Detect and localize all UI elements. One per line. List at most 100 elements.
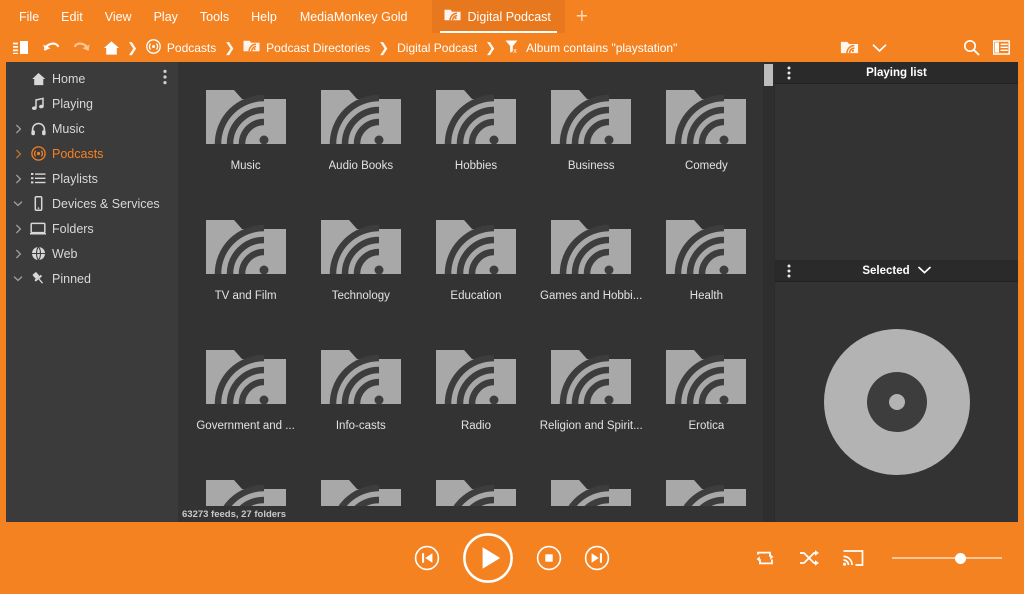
menu-item-edit[interactable]: Edit bbox=[50, 0, 94, 33]
chevron-down-icon[interactable] bbox=[864, 35, 894, 61]
panel-toggle-icon[interactable] bbox=[6, 35, 36, 61]
sidebar-item-label: Devices & Services bbox=[50, 197, 160, 211]
layout-panel-icon[interactable] bbox=[986, 35, 1016, 61]
forward-button[interactable] bbox=[66, 35, 96, 61]
search-icon[interactable] bbox=[956, 35, 986, 61]
selected-art-body[interactable] bbox=[775, 282, 1018, 522]
folder-item[interactable]: Religion and Spirit... bbox=[534, 340, 649, 470]
sidebar-item-folders[interactable]: Folders bbox=[6, 216, 178, 241]
playing-list-body[interactable] bbox=[775, 84, 1018, 260]
folder-label: Hobbies bbox=[455, 160, 497, 172]
chevron-right-icon[interactable] bbox=[10, 174, 26, 184]
folder-item[interactable]: Games and Hobbi... bbox=[534, 210, 649, 340]
folder-item[interactable]: Audio Books bbox=[303, 80, 418, 210]
menu-item-file[interactable]: File bbox=[8, 0, 50, 33]
home-icon[interactable] bbox=[96, 35, 126, 61]
selected-panel: Selected bbox=[775, 260, 1018, 522]
sidebar-item-music[interactable]: Music bbox=[6, 116, 178, 141]
sidebar-item-label: Podcasts bbox=[50, 147, 103, 161]
pin-icon bbox=[26, 271, 50, 286]
svg-text:x: x bbox=[513, 48, 517, 54]
podcast-folder-icon bbox=[547, 342, 635, 412]
sidebar-item-label: Music bbox=[50, 122, 85, 136]
folder-label: Technology bbox=[332, 290, 390, 302]
playing-list-header: Playing list bbox=[775, 62, 1018, 84]
podcast-folder-icon bbox=[202, 82, 290, 152]
globe-icon bbox=[26, 246, 50, 261]
sidebar-item-label: Playing bbox=[50, 97, 93, 111]
folder-item[interactable]: Erotica bbox=[649, 340, 764, 470]
folder-label: Radio bbox=[461, 420, 491, 432]
stop-icon[interactable] bbox=[536, 545, 562, 571]
folder-item[interactable]: Education bbox=[418, 210, 533, 340]
folder-item[interactable]: TV and Film bbox=[188, 210, 303, 340]
music-note-icon bbox=[26, 97, 50, 111]
next-track-icon[interactable] bbox=[584, 545, 610, 571]
chevron-down-icon[interactable] bbox=[10, 275, 26, 282]
sidebar-item-home[interactable]: Home bbox=[6, 66, 178, 91]
chevron-down-icon[interactable] bbox=[918, 265, 931, 277]
sidebar-item-playing[interactable]: Playing bbox=[6, 91, 178, 116]
podcast-folder-icon[interactable] bbox=[834, 35, 864, 61]
menu-bar: File Edit View Play Tools Help MediaMonk… bbox=[0, 0, 1024, 33]
folder-item[interactable]: Comedy bbox=[649, 80, 764, 210]
content-scrollbar[interactable] bbox=[763, 62, 774, 522]
chevron-right-icon[interactable] bbox=[10, 124, 26, 134]
toolbar: ❯ Podcasts ❯ bbox=[0, 33, 1024, 62]
folder-item[interactable]: Health bbox=[649, 210, 764, 340]
kebab-menu-icon[interactable] bbox=[781, 260, 797, 281]
folder-item[interactable]: Music bbox=[188, 80, 303, 210]
folder-item[interactable]: Radio bbox=[418, 340, 533, 470]
cast-icon[interactable] bbox=[842, 549, 864, 568]
folder-item[interactable]: Hobbies bbox=[418, 80, 533, 210]
player-options bbox=[754, 548, 1002, 568]
breadcrumb-podcast-directories[interactable]: Podcast Directories bbox=[236, 35, 377, 61]
kebab-menu-icon[interactable] bbox=[156, 67, 174, 87]
podcast-signal-icon bbox=[26, 146, 50, 161]
chevron-down-icon[interactable] bbox=[10, 200, 26, 207]
play-icon[interactable] bbox=[462, 532, 514, 584]
podcast-folder-icon bbox=[662, 82, 750, 152]
tab-digital-podcast[interactable]: Digital Podcast bbox=[432, 0, 565, 33]
menu-item-help[interactable]: Help bbox=[240, 0, 288, 33]
new-tab-button[interactable]: + bbox=[565, 0, 599, 33]
shuffle-icon[interactable] bbox=[798, 548, 820, 568]
podcast-folder-icon bbox=[432, 212, 520, 282]
folder-window-icon bbox=[26, 222, 50, 235]
volume-knob[interactable] bbox=[955, 553, 966, 564]
filter-remove-icon: x bbox=[504, 39, 520, 57]
scrollbar-thumb[interactable] bbox=[764, 64, 773, 86]
breadcrumb-podcasts[interactable]: Podcasts bbox=[139, 35, 223, 61]
menu-item-play[interactable]: Play bbox=[143, 0, 189, 33]
volume-slider[interactable] bbox=[892, 549, 1002, 567]
sidebar-item-podcasts[interactable]: Podcasts bbox=[6, 141, 178, 166]
menu-item-tools[interactable]: Tools bbox=[189, 0, 240, 33]
repeat-icon[interactable] bbox=[754, 548, 776, 568]
podcast-folder-icon bbox=[662, 212, 750, 282]
podcast-folder-icon bbox=[243, 39, 260, 56]
sidebar-item-devices-services[interactable]: Devices & Services bbox=[6, 191, 178, 216]
sidebar-item-web[interactable]: Web bbox=[6, 241, 178, 266]
folder-grid: Music Audio Books bbox=[178, 62, 774, 522]
folder-label: Comedy bbox=[685, 160, 728, 172]
folder-item[interactable]: Government and ... bbox=[188, 340, 303, 470]
menu-item-mediamonkey-gold[interactable]: MediaMonkey Gold bbox=[288, 0, 420, 33]
selected-title[interactable]: Selected bbox=[775, 265, 1018, 277]
sidebar-item-playlists[interactable]: Playlists bbox=[6, 166, 178, 191]
tab-label: Digital Podcast bbox=[468, 10, 551, 24]
podcast-folder-icon bbox=[317, 342, 405, 412]
breadcrumb-filter-album[interactable]: x Album contains "playstation" bbox=[497, 35, 684, 61]
previous-track-icon[interactable] bbox=[414, 545, 440, 571]
menu-item-view[interactable]: View bbox=[94, 0, 143, 33]
kebab-menu-icon[interactable] bbox=[781, 62, 797, 83]
folder-item[interactable]: Info-casts bbox=[303, 340, 418, 470]
chevron-right-icon[interactable] bbox=[10, 149, 26, 159]
chevron-right-icon[interactable] bbox=[10, 224, 26, 234]
folder-item[interactable]: Business bbox=[534, 80, 649, 210]
breadcrumb-digital-podcast[interactable]: Digital Podcast bbox=[390, 35, 484, 61]
sidebar-item-pinned[interactable]: Pinned bbox=[6, 266, 178, 291]
breadcrumb-label: Podcasts bbox=[167, 41, 216, 55]
back-button[interactable] bbox=[36, 35, 66, 61]
chevron-right-icon[interactable] bbox=[10, 249, 26, 259]
folder-item[interactable]: Technology bbox=[303, 210, 418, 340]
